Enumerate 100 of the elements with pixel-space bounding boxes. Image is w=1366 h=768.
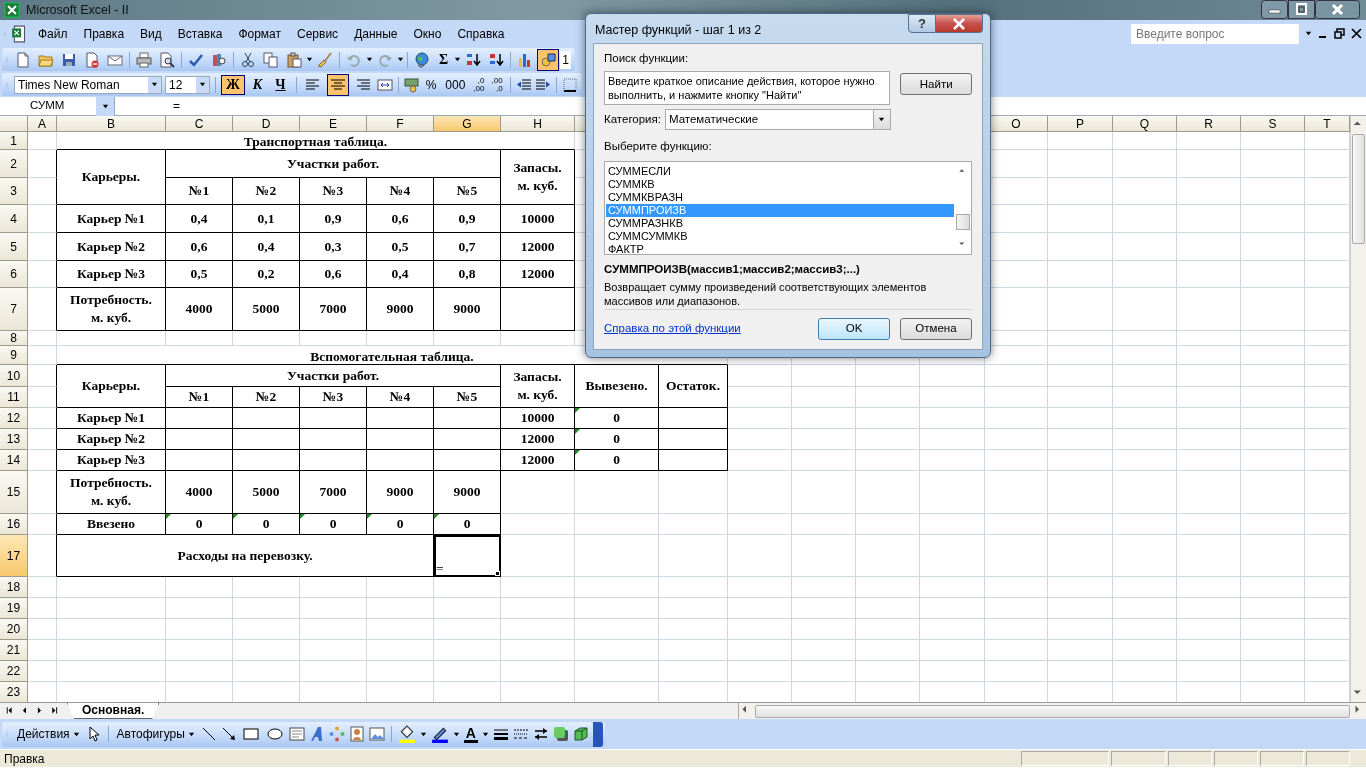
row-header[interactable]: 15 xyxy=(0,471,28,514)
column-header[interactable]: F xyxy=(367,116,434,132)
row-header[interactable]: 22 xyxy=(0,661,28,682)
close-icon[interactable] xyxy=(1315,0,1360,19)
column-header[interactable]: Q xyxy=(1113,116,1177,132)
function-list-item[interactable]: СУММЕСЛИ xyxy=(606,164,954,178)
caret-icon[interactable] xyxy=(366,57,373,62)
toolbar-options-button[interactable] xyxy=(593,721,603,747)
error-indicator-icon[interactable] xyxy=(300,514,305,519)
underline-button[interactable]: Ч xyxy=(270,74,291,95)
row-header[interactable]: 2 xyxy=(0,150,28,178)
picture-icon[interactable] xyxy=(368,726,385,742)
dash-style-icon[interactable] xyxy=(513,726,529,742)
row-header[interactable]: 3 xyxy=(0,178,28,205)
column-header[interactable]: S xyxy=(1241,116,1305,132)
function-list-item[interactable]: СУММРАЗНКВ xyxy=(606,216,954,230)
column-header[interactable]: P xyxy=(1048,116,1113,132)
font-size-dropdown[interactable]: 12 xyxy=(165,75,210,94)
menu-item[interactable]: Сервис xyxy=(290,22,346,45)
merge-center-icon[interactable] xyxy=(376,76,393,93)
function-list-item[interactable]: СУММСУММКВ xyxy=(606,229,954,243)
error-indicator-icon[interactable] xyxy=(575,429,580,434)
currency-icon[interactable] xyxy=(403,76,420,93)
column-header[interactable]: G xyxy=(434,116,501,132)
decrease-decimal-button[interactable]: ,00 ,0 xyxy=(489,76,505,93)
formula-field[interactable]: = xyxy=(115,97,180,115)
row-header[interactable]: 6 xyxy=(0,261,28,288)
restore-icon[interactable] xyxy=(1334,28,1345,39)
sheet-tab[interactable]: Основная. xyxy=(67,703,160,719)
caret-icon[interactable] xyxy=(454,57,462,62)
row-header[interactable]: 7 xyxy=(0,288,28,331)
ok-button[interactable]: OK xyxy=(818,318,890,340)
caret-icon[interactable] xyxy=(306,57,313,62)
caret-icon[interactable] xyxy=(419,731,427,737)
menu-item[interactable]: Окно xyxy=(406,22,449,45)
row-header[interactable]: 1 xyxy=(0,132,28,150)
error-indicator-icon[interactable] xyxy=(575,450,580,455)
menu-item[interactable]: Формат xyxy=(231,22,289,45)
error-indicator-icon[interactable] xyxy=(434,514,439,519)
line-color-icon[interactable] xyxy=(430,725,449,743)
close-button[interactable] xyxy=(936,14,983,33)
error-indicator-icon[interactable] xyxy=(233,514,238,519)
cube-icon[interactable] xyxy=(573,726,589,742)
error-indicator-icon[interactable] xyxy=(166,514,171,519)
font-dropdown[interactable]: Times New Roman xyxy=(14,75,162,94)
help-button[interactable]: ? xyxy=(908,14,936,33)
row-header[interactable]: 12 xyxy=(0,408,28,429)
scroll-thumb[interactable] xyxy=(755,704,1350,718)
caret-icon[interactable] xyxy=(1305,31,1312,36)
row-header[interactable]: 18 xyxy=(0,577,28,598)
scroll-thumb[interactable] xyxy=(1352,134,1365,244)
actions-menu-button[interactable]: Действия xyxy=(15,725,82,743)
autosum-button[interactable]: Σ xyxy=(434,49,454,70)
column-header[interactable]: C xyxy=(166,116,233,132)
thousands-button[interactable]: 000 xyxy=(442,75,469,94)
column-header[interactable]: D xyxy=(233,116,300,132)
row-header[interactable]: 4 xyxy=(0,205,28,233)
arrow-style-icon[interactable] xyxy=(533,726,549,742)
row-header[interactable]: 5 xyxy=(0,233,28,261)
help-link[interactable]: Справка по этой функции xyxy=(604,320,741,338)
caret-icon[interactable] xyxy=(397,57,404,62)
row-header[interactable]: 10 xyxy=(0,365,28,387)
row-header[interactable]: 20 xyxy=(0,619,28,640)
align-center-icon[interactable] xyxy=(326,73,349,96)
shadow-icon[interactable] xyxy=(553,726,569,742)
column-header[interactable]: B xyxy=(57,116,166,132)
line-style-icon[interactable] xyxy=(493,726,509,742)
scroll-thumb[interactable] xyxy=(955,213,970,230)
function-list-item[interactable]: СУММКВРАЗН xyxy=(606,190,954,204)
font-color-button[interactable]: A xyxy=(463,725,478,743)
error-indicator-icon[interactable] xyxy=(367,514,372,519)
arrow-icon[interactable] xyxy=(220,726,237,742)
menu-item[interactable]: Вид xyxy=(133,22,169,45)
row-header[interactable]: 16 xyxy=(0,514,28,535)
function-list-item[interactable]: СУММКВ xyxy=(606,177,954,191)
cancel-button[interactable]: Отмена xyxy=(900,318,972,340)
function-list-item[interactable]: ФАКТР xyxy=(606,242,954,256)
row-header[interactable]: 9 xyxy=(0,346,28,365)
category-dropdown[interactable]: Математические xyxy=(664,109,891,131)
row-header[interactable]: 14 xyxy=(0,450,28,471)
clip-art-icon[interactable] xyxy=(348,726,365,742)
borders-icon[interactable] xyxy=(561,76,578,93)
oval-icon[interactable] xyxy=(264,726,285,742)
restore-icon[interactable] xyxy=(1288,0,1315,19)
column-header[interactable]: A xyxy=(28,116,57,132)
drawing-icon[interactable] xyxy=(537,48,560,71)
caret-icon[interactable] xyxy=(482,731,489,737)
bold-button[interactable]: Ж xyxy=(221,74,245,95)
menu-item[interactable]: Правка xyxy=(76,22,132,45)
find-button[interactable]: Найти xyxy=(900,73,972,96)
diagram-icon[interactable] xyxy=(328,726,345,742)
caret-icon[interactable] xyxy=(452,731,460,737)
column-header[interactable]: T xyxy=(1305,116,1350,132)
text-box-icon[interactable] xyxy=(288,726,305,742)
menu-item[interactable]: Файл xyxy=(31,22,75,45)
search-field[interactable]: Введите краткое описание действия, которое нужно выполнить, и нажмите кнопку "Найти" xyxy=(604,71,891,106)
decrease-indent-icon[interactable] xyxy=(515,76,532,93)
increase-decimal-button[interactable]: ,0 ,00 xyxy=(471,76,487,93)
fill-handle[interactable] xyxy=(495,571,500,576)
menu-item[interactable]: Справка xyxy=(450,22,512,45)
